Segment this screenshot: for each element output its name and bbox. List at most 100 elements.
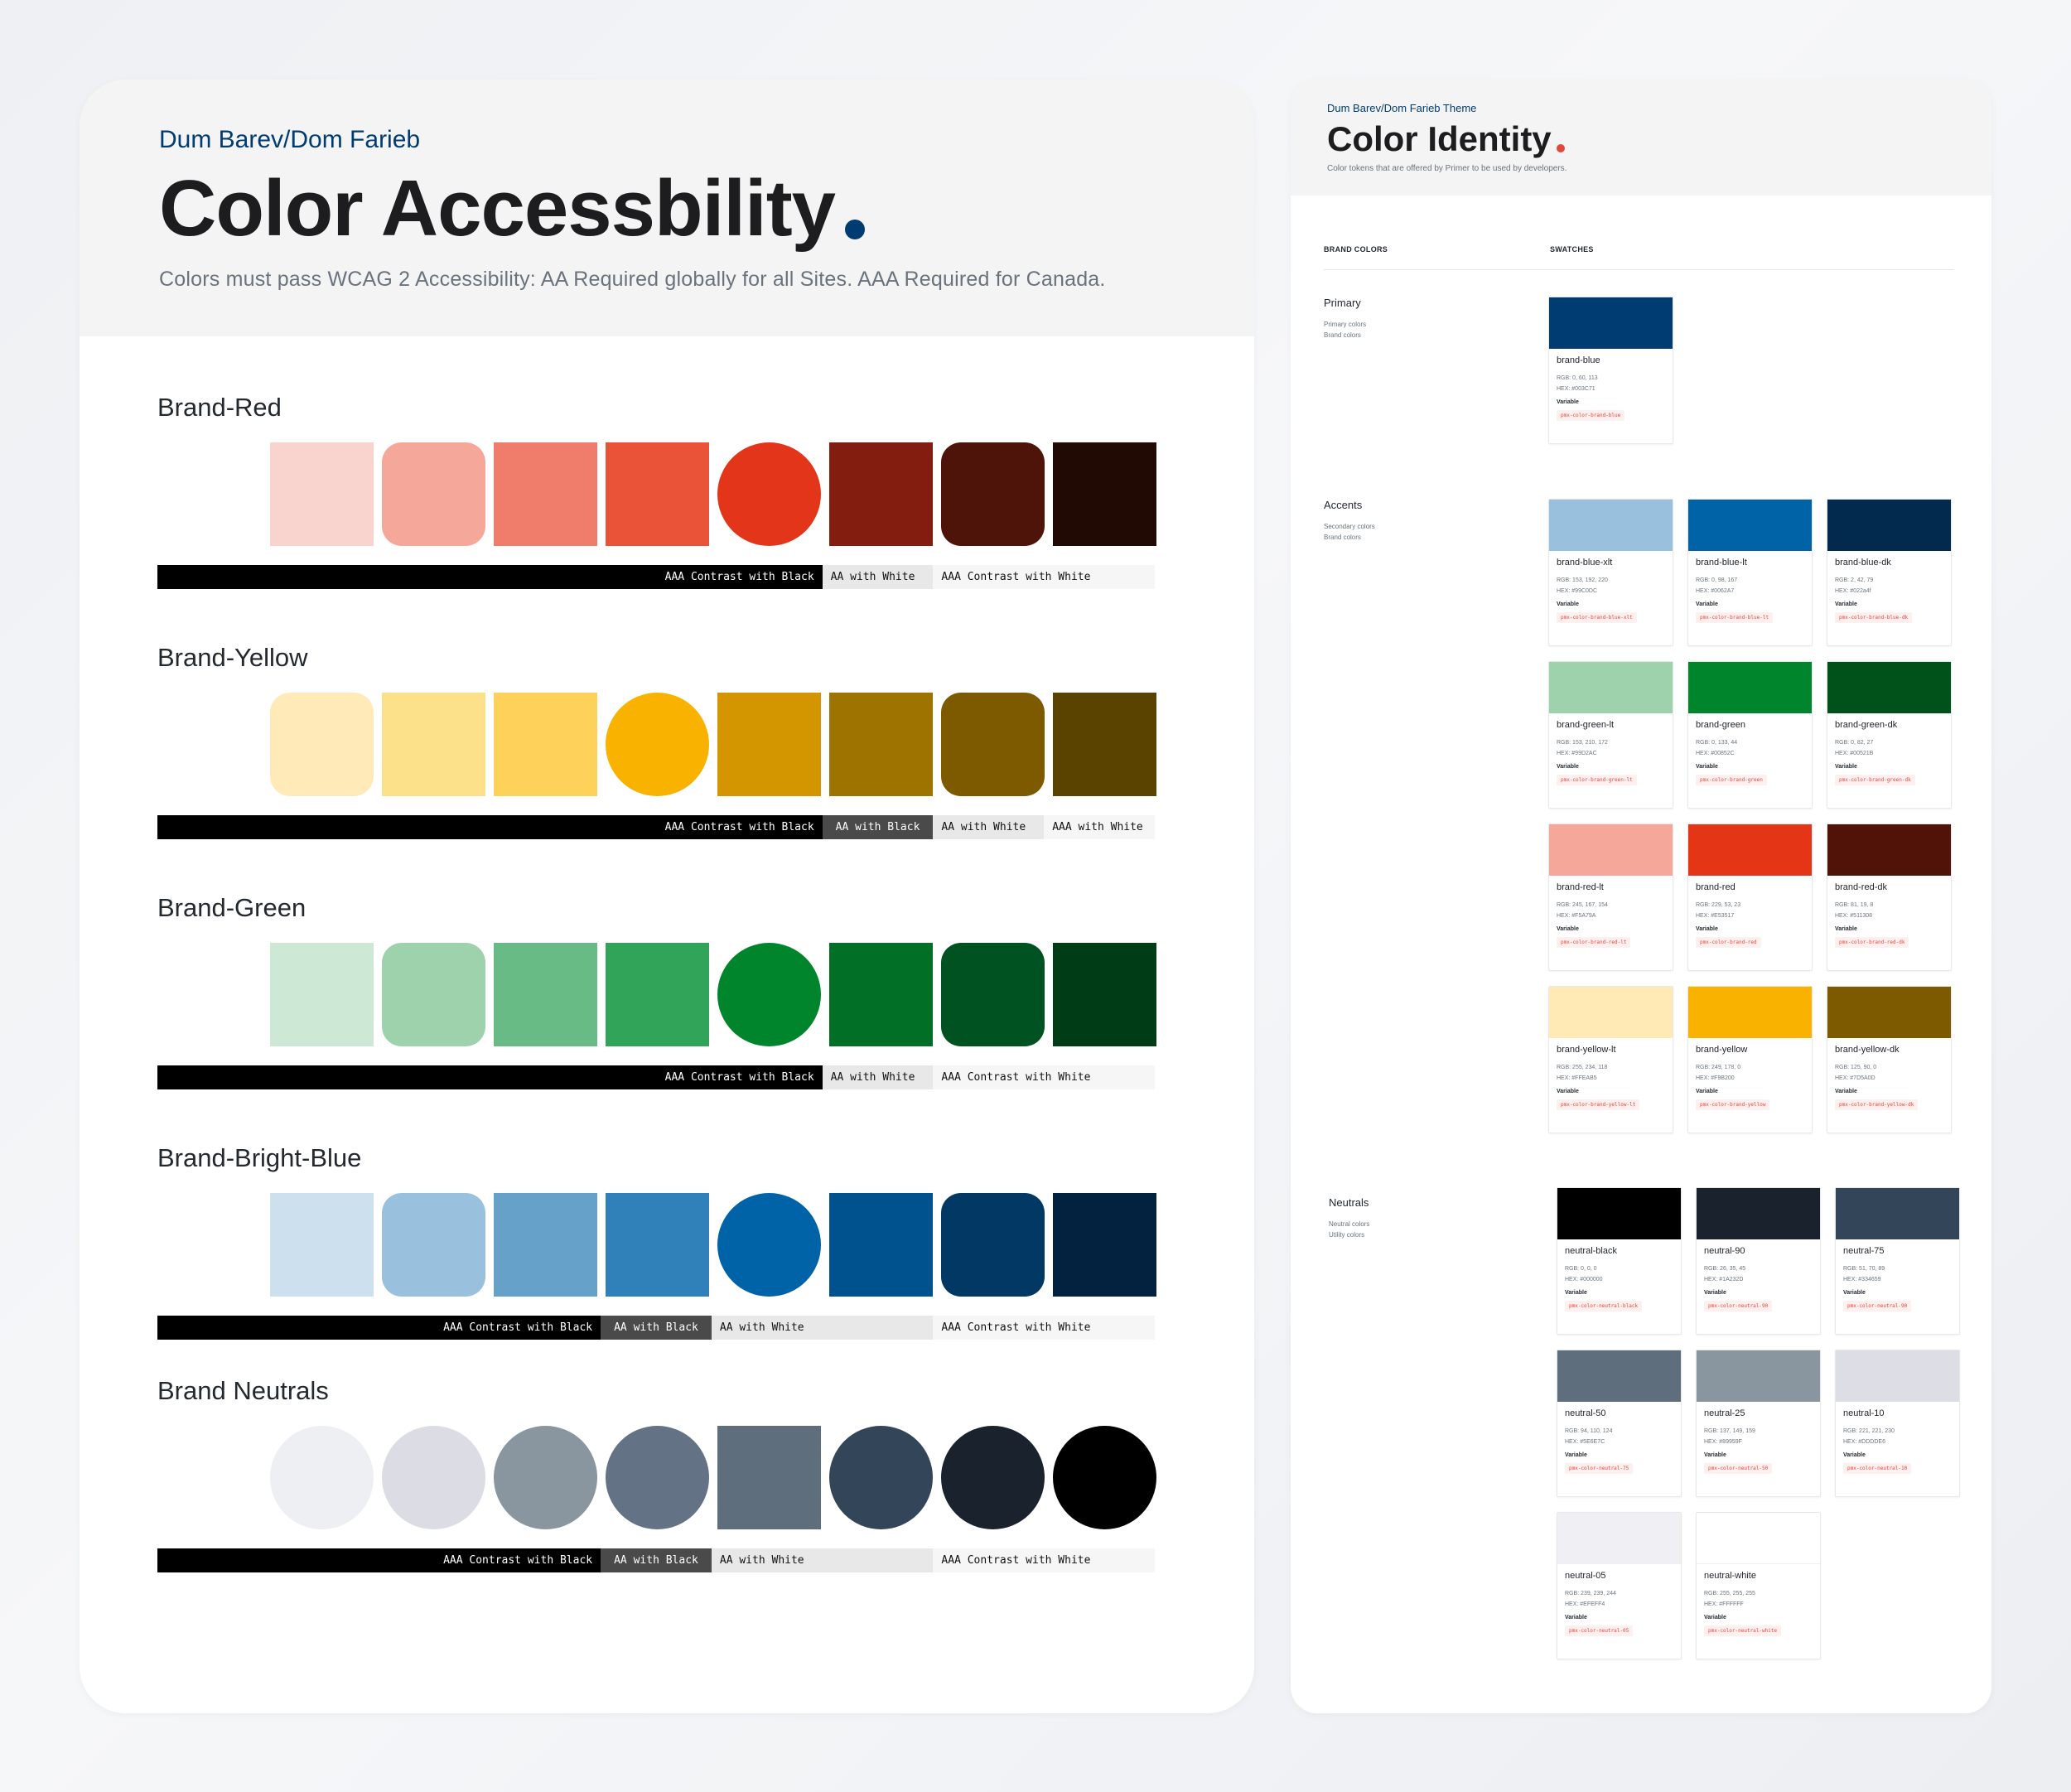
- rgb-value: RGB: 51, 70, 89: [1843, 1266, 1885, 1272]
- group-title: Brand Neutrals: [157, 1376, 329, 1405]
- rgb-value: RGB: 2, 42, 79: [1835, 577, 1874, 583]
- rgb-value: RGB: 94, 110, 124: [1565, 1428, 1613, 1434]
- variable-label: Variable: [1696, 1089, 1718, 1094]
- color-swatch: [494, 442, 597, 546]
- hex-value: HEX: #FFFFFF: [1704, 1601, 1744, 1607]
- hex-value: HEX: #89959F: [1704, 1439, 1742, 1445]
- section-sub-line: Secondary colors: [1324, 523, 1375, 530]
- contrast-segment: AA with Black: [822, 815, 934, 839]
- variable-token: pmx-color-brand-yellow-dk: [1835, 1099, 1919, 1110]
- token-name: brand-green-lt: [1557, 720, 1615, 730]
- hex-value: HEX: #FFEAB5: [1557, 1075, 1597, 1081]
- color-token-card: brand-blue-dk RGB: 2, 42, 79 HEX: #022a4f V…: [1827, 499, 1952, 646]
- rgb-value: RGB: 0, 133, 44: [1696, 740, 1738, 746]
- variable-token: pmx-color-brand-blue-dk: [1835, 612, 1913, 623]
- rgb-value: RGB: 0, 98, 167: [1696, 577, 1738, 583]
- variable-label: Variable: [1843, 1290, 1866, 1296]
- color-swatch: [1053, 1193, 1156, 1297]
- variable-label: Variable: [1696, 601, 1718, 607]
- contrast-bar: AAA Contrast with Black AA with Black AA w…: [157, 815, 1155, 839]
- identity-kicker: Dum Barev/Dom Farieb Theme: [1327, 102, 1477, 114]
- color-swatch: [717, 442, 821, 546]
- color-chip: [1697, 1188, 1820, 1239]
- token-name: brand-blue-dk: [1835, 558, 1891, 568]
- color-group: Brand-Bright-Blue AAA Contrast with Black…: [157, 1143, 1156, 1340]
- title-dot-icon: [1556, 144, 1565, 152]
- token-values: RGB: 249, 178, 0 HEX: #F9B200: [1696, 1062, 1812, 1084]
- section-sub-line: Primary colors: [1324, 321, 1367, 328]
- contrast-segment: AA with White: [711, 1548, 934, 1572]
- variable-label: Variable: [1565, 1290, 1587, 1296]
- token-name: brand-yellow-dk: [1835, 1045, 1900, 1055]
- color-swatch: [270, 693, 374, 796]
- token-name: neutral-25: [1704, 1408, 1745, 1418]
- color-swatch: [717, 943, 821, 1046]
- contrast-segment: AA with White: [933, 815, 1045, 839]
- hex-value: HEX: #5E6E7C: [1565, 1439, 1605, 1445]
- color-swatch: [606, 1193, 709, 1297]
- variable-label: Variable: [1557, 601, 1579, 607]
- hex-value: HEX: #F9B200: [1696, 1075, 1735, 1081]
- hex-value: HEX: #003C71: [1557, 386, 1595, 392]
- rgb-value: RGB: 255, 234, 1‍18: [1557, 1065, 1608, 1070]
- color-swatch: [606, 442, 709, 546]
- swatch-row: [270, 943, 1156, 1046]
- token-values: RGB: 0, 133, 44 HEX: #00852C: [1696, 737, 1812, 759]
- accessibility-kicker: Dum Barev/Dom Farieb: [159, 126, 421, 153]
- hex-value: HEX: #334659: [1843, 1277, 1881, 1282]
- section-title: Accents: [1324, 499, 1363, 511]
- accessibility-title-row: Color Accessbility: [159, 167, 1175, 251]
- color-swatch: [941, 943, 1045, 1046]
- swatches-header: SWATCHES: [1550, 245, 1594, 254]
- color-token-card: neutral-90 RGB: 26, 35, 45 HEX: #1A232D Var…: [1696, 1187, 1821, 1335]
- accessibility-subtitle: Colors must pass WCAG 2 Accessibility: A…: [159, 267, 1106, 291]
- color-token-card: neutral-75 RGB: 51, 70, 89 HEX: #334659 Var…: [1835, 1187, 1960, 1335]
- rgb-value: RGB: 26, 35, 45: [1704, 1266, 1746, 1272]
- rgb-value: RGB: 0, 0, 0: [1565, 1266, 1597, 1272]
- color-token-card: neutral-white RGB: 255, 255, 255 HEX: #FFF…: [1696, 1512, 1821, 1659]
- identity-description: Color tokens that are offered by Primer …: [1327, 164, 1567, 173]
- token-name: neutral-50: [1565, 1408, 1606, 1418]
- contrast-segment: AAA Contrast with Black: [157, 565, 823, 589]
- color-swatch: [1053, 693, 1156, 796]
- token-name: brand-yellow: [1696, 1045, 1748, 1055]
- color-chip: [1549, 987, 1673, 1038]
- variable-token: pmx-color-brand-green: [1696, 775, 1767, 785]
- variable-label: Variable: [1835, 1089, 1857, 1094]
- color-token-card: brand-red RGB: 229, 53, 23 HEX: #E53517 Var…: [1687, 824, 1813, 971]
- color-swatch: [829, 1193, 933, 1297]
- color-swatch: [941, 1426, 1045, 1529]
- color-chip: [1688, 662, 1812, 713]
- rgb-value: RGB: 137, 149, 159: [1704, 1428, 1755, 1434]
- token-values: RGB: 255, 234, 1‍18 HEX: #FFEAB5: [1557, 1062, 1673, 1084]
- hex-value: HEX: #000000: [1565, 1277, 1603, 1282]
- color-swatch: [606, 693, 709, 796]
- contrast-segment: AA with Black: [601, 1548, 712, 1572]
- variable-label: Variable: [1696, 926, 1718, 932]
- token-name: brand-green-dk: [1835, 720, 1898, 730]
- color-swatch: [270, 943, 374, 1046]
- variable-token: pmx-color-neutral-10: [1843, 1463, 1912, 1474]
- token-values: RGB: 221, 221, 230 HEX: #DDDDE6: [1843, 1426, 1959, 1447]
- color-swatch: [494, 943, 597, 1046]
- token-values: RGB: 94, 110, 124 HEX: #5E6E7C: [1565, 1426, 1681, 1447]
- swatch-row: [270, 442, 1156, 546]
- color-swatch: [829, 1426, 933, 1529]
- variable-token: pmx-color-brand-red-lt: [1557, 937, 1631, 948]
- variable-label: Variable: [1704, 1452, 1726, 1458]
- color-group: Brand-Red AAA Contrast with Black AA with …: [157, 393, 1156, 589]
- section-title: Primary: [1324, 297, 1361, 309]
- color-chip: [1827, 987, 1951, 1038]
- color-token-card: brand-red-dk RGB: 81, 19, 8 HEX: #511308 Va…: [1827, 824, 1952, 971]
- swatch-row: [270, 693, 1156, 796]
- contrast-segment: AAA Contrast with White: [933, 565, 1155, 589]
- rgb-value: RGB: 249, 178, 0: [1696, 1065, 1741, 1070]
- variable-token: pmx-color-brand-yellow: [1696, 1099, 1770, 1110]
- color-chip: [1836, 1350, 1959, 1402]
- color-chip: [1836, 1188, 1959, 1239]
- color-swatch: [382, 693, 485, 796]
- color-token-card: brand-blue RGB: 0, 60, 113 HEX: #003C71 Var…: [1548, 297, 1673, 444]
- color-swatch: [717, 693, 821, 796]
- variable-token: pmx-color-brand-green-lt: [1557, 775, 1637, 785]
- contrast-segment: AAA Contrast with Black: [157, 815, 823, 839]
